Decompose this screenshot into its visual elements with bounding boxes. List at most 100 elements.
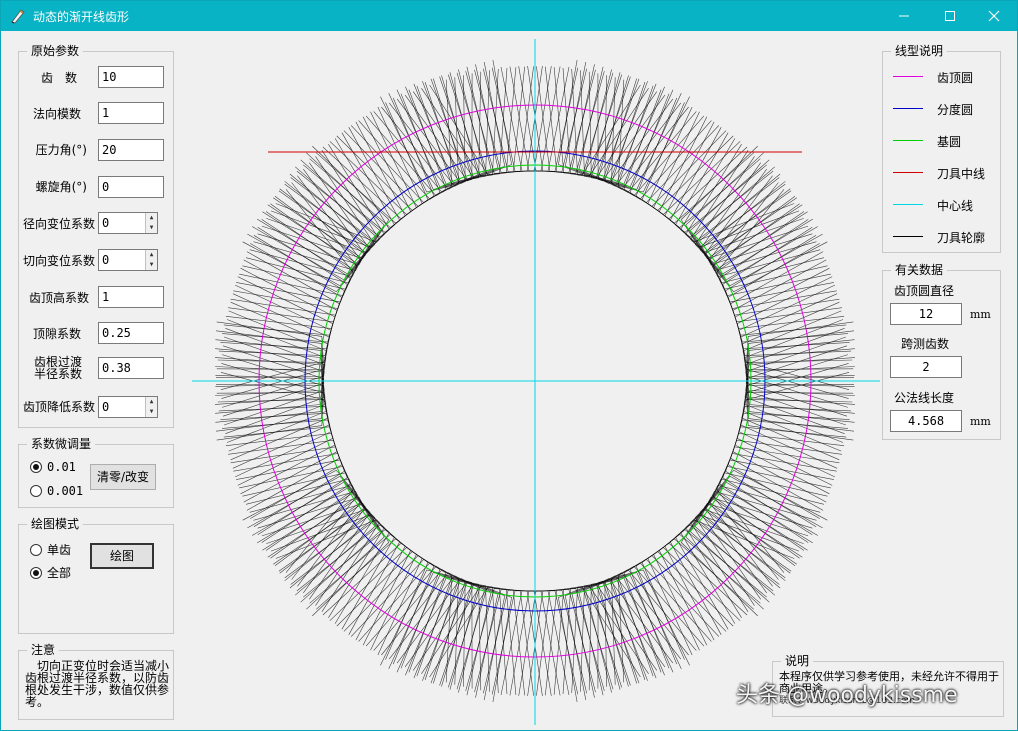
cutter-profile-line	[658, 534, 761, 646]
cutter-profile-line	[303, 529, 406, 641]
cutter-profile-line	[303, 121, 406, 233]
cutter-profile-line	[273, 504, 380, 612]
cutter-profile-line	[738, 405, 852, 478]
cutter-profile-line	[218, 405, 332, 478]
addendum-coeff-input[interactable]: 1	[98, 286, 164, 308]
note-legend: 注意	[27, 643, 60, 657]
minimize-icon	[899, 15, 909, 17]
reset-change-button[interactable]: 清零/改变	[90, 464, 156, 490]
title-bar[interactable]: 动态的渐开线齿形	[1, 1, 1017, 31]
draw-mode-single[interactable]: 单齿	[30, 541, 71, 558]
minimize-button[interactable]	[881, 1, 927, 31]
tip-diameter-unit: mm	[970, 308, 991, 321]
close-icon	[988, 10, 1000, 22]
legend-swatch-cyan	[893, 204, 923, 205]
cutter-profile-line	[267, 498, 376, 606]
cutter-profile-line	[742, 310, 855, 378]
line-legend-group: 线型说明 齿顶圆 分度圆 基圆 刀具中线 中心线 刀具轮廓	[882, 44, 1001, 253]
cutter-profile-line	[694, 156, 803, 264]
legend-label: 分度圆	[937, 103, 974, 117]
radial-shift-value: 0	[102, 216, 110, 230]
spin-down-icon[interactable]: ▼	[146, 407, 157, 417]
legend-swatch-red	[893, 172, 923, 173]
cutter-profile-line	[690, 504, 797, 612]
cutter-profile-line	[746, 321, 854, 390]
cutter-profile-line	[719, 219, 834, 303]
draw-button[interactable]: 绘图	[90, 543, 154, 569]
draw-mode-single-label: 单齿	[47, 543, 72, 557]
tune-option-0001-label: 0.001	[47, 484, 84, 498]
spin-down-icon[interactable]: ▼	[146, 223, 157, 233]
tune-legend: 系数微调量	[27, 437, 96, 451]
legend-label: 中心线	[937, 199, 974, 213]
tangential-shift-spinner[interactable]: 0 ▲ ▼	[98, 249, 158, 271]
spin-up-icon[interactable]: ▲	[146, 250, 157, 260]
root-fillet-coeff-input[interactable]: 0.38	[98, 357, 164, 379]
teeth-count-input[interactable]: 10	[98, 66, 164, 88]
cutter-profile-line	[421, 585, 506, 700]
tip-reduction-arrows: ▲ ▼	[145, 397, 157, 417]
cutter-profile-line	[658, 116, 761, 228]
tip-reduction-value: 0	[102, 400, 110, 414]
cutter-profile-line	[719, 459, 834, 543]
note-text: 切向正变位时会适当减小齿根过渡半径系数，以防齿根处发生干涉，数值仅供参考。	[25, 659, 170, 709]
normal-module-input[interactable]: 1	[98, 102, 164, 124]
cutter-profile-line	[216, 321, 324, 390]
radio-unchecked-icon	[30, 543, 42, 556]
watermark-text: 头条 @woodykissme	[736, 683, 958, 708]
root-fillet-coeff-label: 齿根过渡 半径系数	[33, 355, 82, 381]
maximize-button[interactable]	[927, 1, 973, 31]
legend-swatch-magenta	[893, 76, 923, 77]
radial-shift-spinner[interactable]: 0 ▲ ▼	[98, 212, 158, 234]
spin-down-icon[interactable]: ▼	[146, 260, 157, 270]
cutter-profile-line	[218, 284, 332, 357]
cutter-profile-line	[309, 534, 412, 646]
helix-angle-input[interactable]: 0	[98, 176, 164, 198]
tip-reduction-spinner[interactable]: 0 ▲ ▼	[98, 396, 158, 418]
cutter-profile-line	[236, 459, 351, 543]
cutter-profile-line	[708, 481, 818, 587]
span-teeth-value: 2	[890, 356, 962, 378]
cutter-profile-line	[690, 150, 797, 258]
radio-unchecked-icon	[30, 485, 42, 497]
radial-shift-label: 径向变位系数	[22, 217, 95, 231]
cutter-profile-line	[309, 116, 412, 228]
gear-drawing-canvas[interactable]	[186, 37, 886, 727]
spin-up-icon[interactable]: ▲	[146, 213, 157, 223]
cutter-profile-line	[536, 66, 605, 174]
pressure-angle-input[interactable]: 20	[98, 139, 164, 161]
cutter-profile-line	[562, 67, 631, 178]
cutter-profile-line	[216, 301, 329, 370]
teeth-count-label: 齿 数	[40, 71, 77, 85]
line-legend-title: 线型说明	[891, 44, 948, 58]
addendum-coeff-label: 齿顶高系数	[28, 291, 89, 305]
draw-mode-all[interactable]: 全部	[30, 564, 71, 581]
tangential-shift-value: 0	[102, 253, 110, 267]
tip-reduction-label: 齿顶降低系数	[22, 400, 95, 414]
cutter-profile-line	[664, 121, 767, 233]
tune-option-001[interactable]: 0.01	[30, 460, 76, 474]
cutter-profile-line	[465, 588, 534, 696]
legend-label: 刀具轮廓	[937, 231, 986, 245]
cutter-profile-line	[252, 175, 362, 281]
cutter-profile-line	[421, 62, 506, 177]
close-button[interactable]	[971, 1, 1017, 31]
cutter-profile-line	[694, 498, 803, 606]
legend-swatch-black	[893, 236, 923, 237]
cutter-profile-line	[267, 156, 376, 264]
window-title: 动态的渐开线齿形	[33, 10, 130, 24]
spin-up-icon[interactable]: ▲	[146, 397, 157, 407]
radio-checked-icon	[30, 566, 42, 579]
tangential-shift-label: 切向变位系数	[22, 254, 95, 268]
tune-option-0001[interactable]: 0.001	[30, 484, 83, 498]
original-params-legend: 原始参数	[27, 44, 84, 58]
cutter-profile-line	[439, 584, 508, 695]
base-tangent-unit: mm	[970, 415, 991, 428]
clearance-coeff-input[interactable]: 0.25	[98, 322, 164, 344]
draw-mode-legend: 绘图模式	[27, 517, 84, 531]
cutter-profile-line	[564, 62, 649, 177]
app-window: 动态的渐开线齿形 原始参数 齿 数 10 法向模数 1 压力角(°) 20 螺旋…	[0, 0, 1018, 731]
draw-mode-all-label: 全部	[47, 566, 72, 580]
cutter-profile-line	[562, 584, 631, 695]
helix-angle-label: 螺旋角(°)	[35, 180, 87, 194]
